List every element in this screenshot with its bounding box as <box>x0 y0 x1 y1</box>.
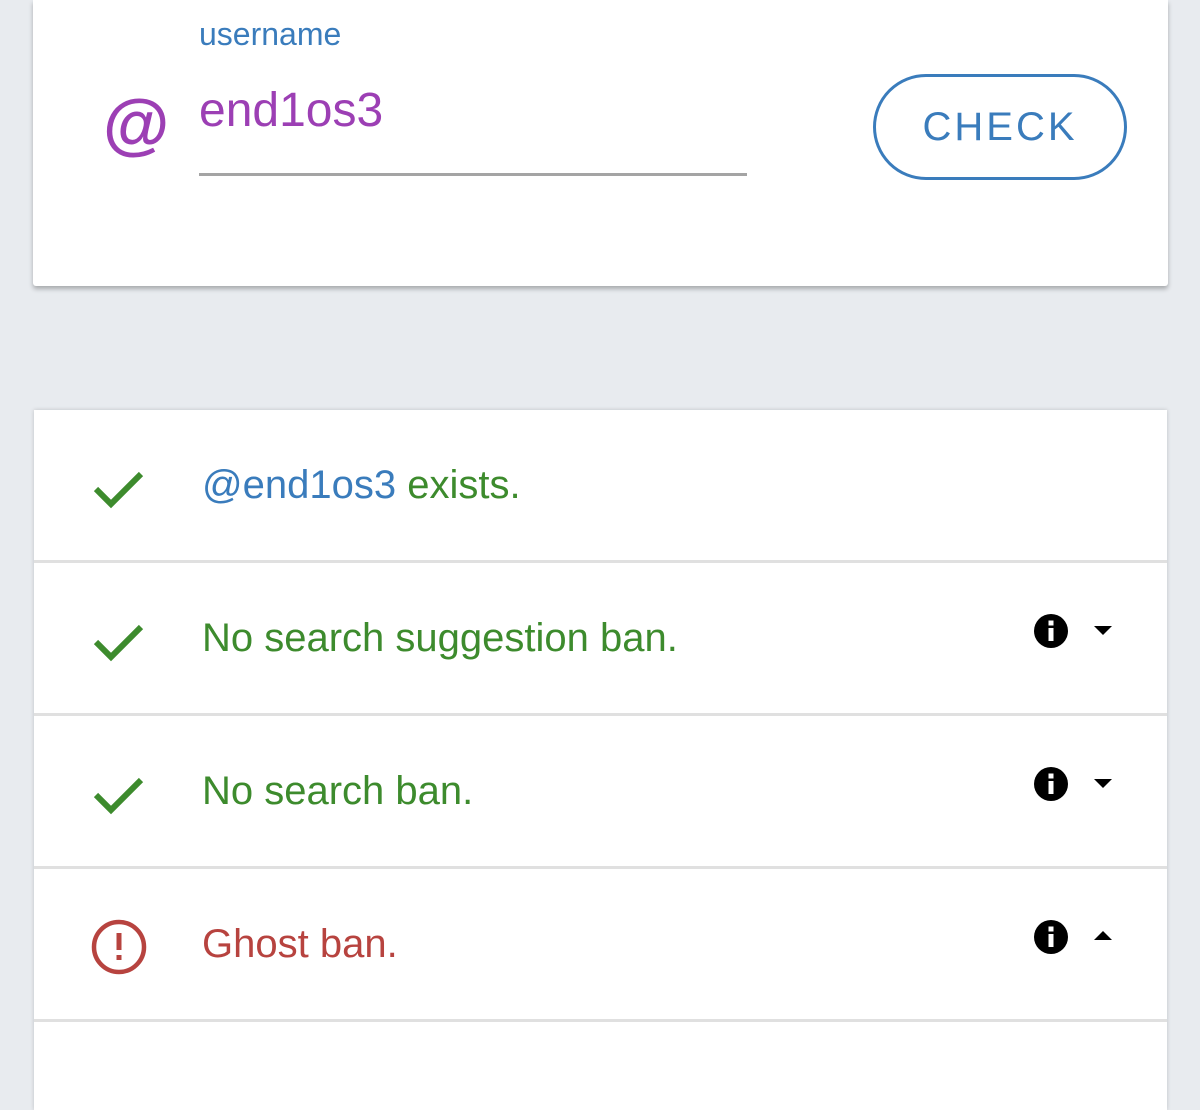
info-icon[interactable] <box>1031 764 1071 804</box>
check-icon <box>93 624 144 662</box>
alert-circle-icon <box>91 919 147 975</box>
result-label: Ghost ban. <box>202 922 398 966</box>
check-icon <box>93 471 144 509</box>
username-input[interactable] <box>199 84 747 176</box>
result-row-search-ban[interactable]: No search ban. <box>34 716 1167 869</box>
result-label: No search ban. <box>202 769 474 813</box>
check-icon <box>93 777 144 815</box>
results-list: @end1os3 exists. No search suggestion ba… <box>34 410 1167 1110</box>
result-row-ghost-ban[interactable]: Ghost ban. <box>34 869 1167 1022</box>
at-sign-icon: @ <box>103 86 170 162</box>
result-row-exists: @end1os3 exists. <box>34 410 1167 563</box>
chevron-down-icon[interactable] <box>1091 771 1115 795</box>
result-label: No search suggestion ban. <box>202 616 678 660</box>
check-button[interactable]: CHECK <box>873 74 1127 180</box>
username-field-label: username <box>199 16 342 52</box>
chevron-up-icon[interactable] <box>1091 924 1115 948</box>
username-form-card: username @ CHECK <box>33 0 1168 286</box>
result-handle: @end1os3 <box>202 463 397 507</box>
result-text: No search ban. <box>202 766 473 816</box>
result-text: No search suggestion ban. <box>202 613 678 663</box>
info-icon[interactable] <box>1031 917 1071 957</box>
result-text: @end1os3 exists. <box>202 460 521 510</box>
chevron-down-icon[interactable] <box>1091 618 1115 642</box>
result-row-search-suggestion-ban[interactable]: No search suggestion ban. <box>34 563 1167 716</box>
result-text: Ghost ban. <box>202 919 398 969</box>
info-icon[interactable] <box>1031 611 1071 651</box>
result-label: exists. <box>396 463 521 507</box>
